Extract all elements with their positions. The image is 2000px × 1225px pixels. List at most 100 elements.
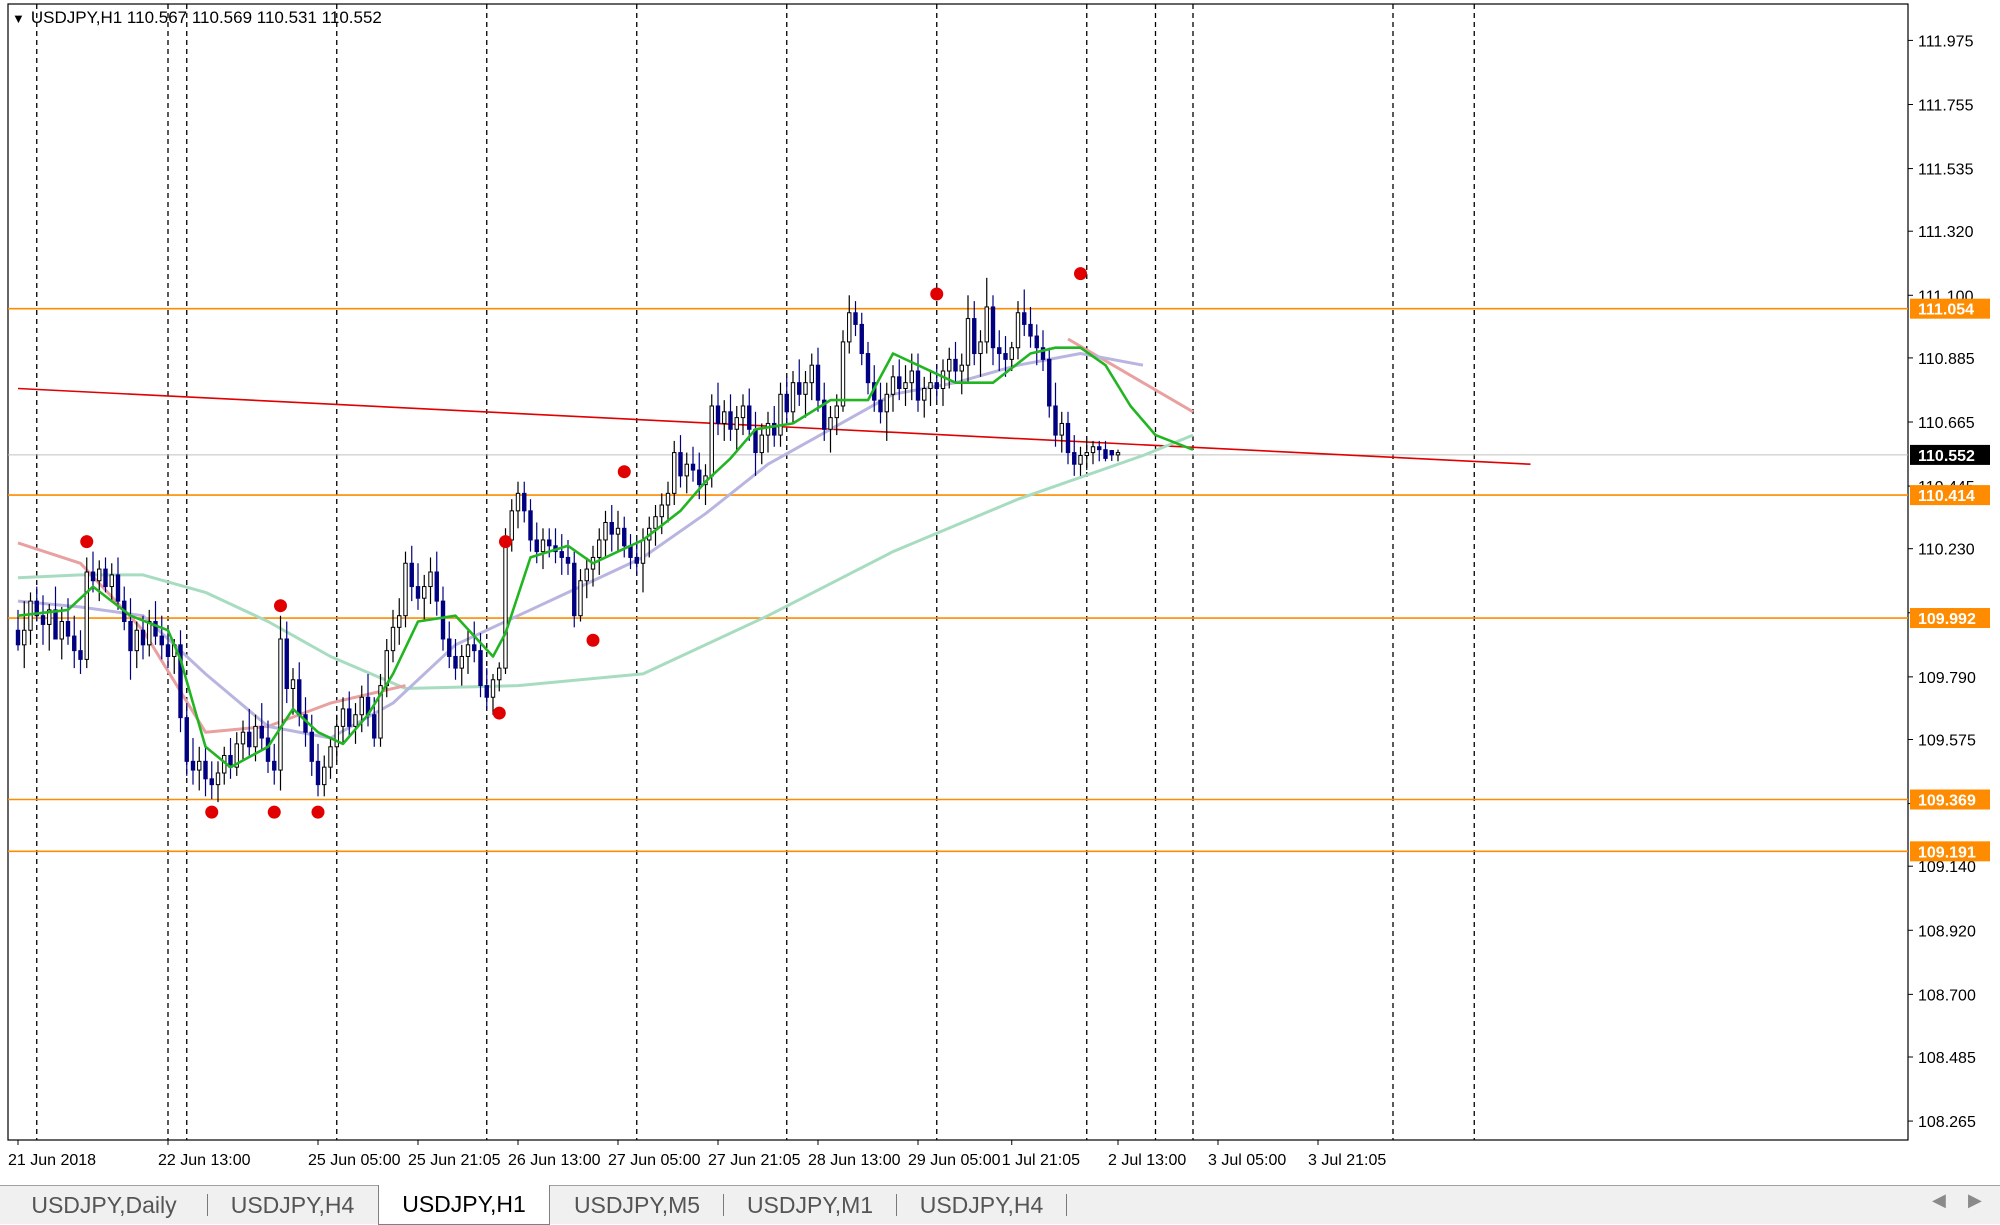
tab-separator [723, 1194, 724, 1216]
candle-body [809, 364, 814, 384]
tab-usdjpy-h4[interactable]: USDJPY,H4 [210, 1186, 375, 1223]
candle-body [853, 312, 858, 325]
candle-body [1028, 323, 1033, 337]
x-axis-tick-label: 28 Jun 13:00 [808, 1152, 901, 1169]
candle-body [109, 574, 114, 588]
candle-body [315, 760, 321, 786]
tab-separator [896, 1194, 897, 1216]
candle-body [397, 615, 402, 628]
candle-body [140, 629, 146, 646]
candle-body [59, 621, 64, 640]
tab-usdjpy-h4-2[interactable]: USDJPY,H4 [899, 1186, 1064, 1223]
x-axis-tick-label: 29 Jun 05:00 [908, 1152, 1001, 1169]
candle-body [359, 696, 364, 716]
candle-body [1053, 405, 1058, 436]
candle-body [784, 393, 789, 413]
candle-body [684, 463, 689, 477]
candle-body [722, 411, 727, 424]
candle-body [803, 382, 808, 395]
candle-body [1072, 452, 1077, 465]
candle-body [472, 644, 477, 652]
tab-usdjpy-m1[interactable]: USDJPY,M1 [726, 1186, 894, 1223]
candle-body [584, 568, 589, 582]
fractal-high-marker [617, 465, 631, 479]
candle-body [422, 586, 427, 599]
candle-body [115, 574, 121, 602]
candle-body [515, 492, 521, 512]
candle-body [947, 358, 952, 372]
x-axis-tick-label: 1 Jul 21:05 [1002, 1152, 1080, 1169]
candle-body [15, 629, 21, 646]
candle-body [309, 731, 314, 762]
tab-separator [207, 1194, 208, 1216]
candle-body [878, 399, 883, 413]
candle-body [528, 510, 533, 541]
candle-body [84, 571, 89, 660]
candle-body [415, 586, 421, 599]
candle-body [428, 571, 433, 588]
candle-body [53, 609, 58, 640]
candle-body [490, 679, 496, 698]
x-axis-tick-label: 27 Jun 21:05 [708, 1152, 801, 1169]
scroll-right-icon[interactable]: ▶ [1968, 1190, 1982, 1211]
candle-body [572, 562, 577, 617]
candle-body [734, 417, 739, 430]
candle-body [690, 463, 696, 471]
candle-body [534, 539, 539, 553]
level-price-tag: 109.369 [1918, 792, 1976, 809]
candle-body [634, 556, 639, 564]
candle-body [828, 417, 833, 430]
candle-body [972, 318, 977, 355]
symbol-menu-icon[interactable]: ▼ [12, 11, 25, 26]
y-axis-tick-label: 111.535 [1918, 162, 1974, 179]
tab-usdjpy-daily[interactable]: USDJPY,Daily [4, 1186, 204, 1223]
candle-body [503, 539, 508, 669]
fractal-high-marker [274, 599, 287, 613]
candle-body [465, 644, 471, 657]
candle-body [1065, 422, 1071, 454]
level-price-tag: 110.414 [1918, 488, 1975, 505]
candle-body [922, 387, 927, 401]
candle-body [259, 725, 264, 739]
fractal-low-marker [311, 805, 325, 819]
candle-body [303, 714, 308, 733]
candle-body [1009, 347, 1014, 360]
y-axis-tick-label: 108.700 [1918, 987, 1976, 1004]
candle-body [747, 405, 752, 430]
y-axis-tick-label: 109.790 [1918, 670, 1976, 687]
y-axis-tick-label: 108.485 [1918, 1050, 1976, 1067]
chart-area[interactable]: 111.975 111.755 111.535 111.320 111.100 110.8… [0, 0, 2000, 1185]
candle-body [72, 635, 77, 652]
fractal-high-marker [1074, 267, 1087, 281]
candle-body [65, 621, 71, 637]
candle-body [22, 629, 27, 646]
candle-body [997, 347, 1002, 355]
x-axis-tick-label: 27 Jun 05:00 [608, 1152, 701, 1169]
candle-body [565, 556, 571, 564]
candle-body [547, 539, 552, 547]
candle-body [1109, 450, 1114, 456]
candle-body [959, 364, 964, 372]
tab-usdjpy-h1[interactable]: USDJPY,H1 [378, 1185, 550, 1225]
candle-body [78, 650, 83, 660]
candle-body [459, 655, 464, 669]
candle-body [984, 306, 989, 343]
candle-body [215, 772, 221, 786]
tab-usdjpy-m5[interactable]: USDJPY,M5 [552, 1186, 722, 1223]
candle-body [322, 766, 327, 786]
candle-body [478, 650, 483, 687]
candle-body [1022, 312, 1027, 325]
fractal-high-marker [80, 535, 94, 549]
price-chart[interactable]: 111.975111.755111.535111.320111.100110.8… [0, 0, 2000, 1185]
x-axis-tick-label: 3 Jul 21:05 [1308, 1152, 1386, 1169]
candle-body [440, 600, 446, 640]
fractal-low-marker [586, 633, 600, 647]
candle-body [965, 318, 971, 366]
candle-body [778, 393, 783, 436]
candle-body [1034, 335, 1039, 349]
candle-body [190, 760, 196, 771]
candle-body [90, 571, 96, 582]
candle-body [665, 492, 671, 506]
scroll-left-icon[interactable]: ◀ [1932, 1190, 1946, 1211]
candle-body [165, 644, 171, 657]
